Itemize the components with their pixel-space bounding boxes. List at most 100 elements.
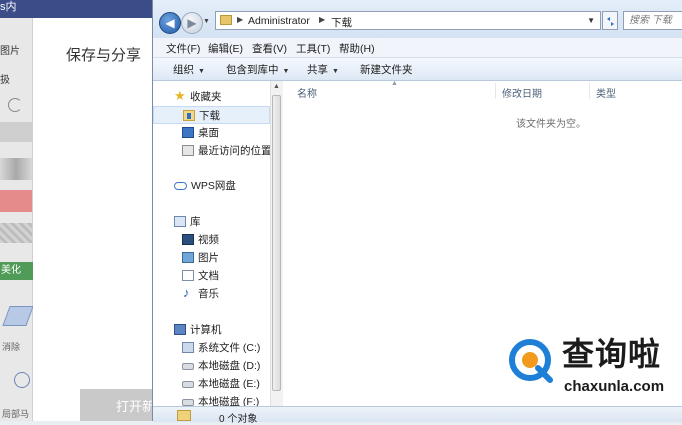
computer-icon	[174, 324, 186, 335]
nav-item-favorites[interactable]: ★ 收藏夹	[153, 88, 270, 106]
chaxunla-logo-icon	[509, 339, 553, 383]
nav-item-music[interactable]: ♪ 音乐	[153, 285, 270, 303]
column-type[interactable]: 类型	[596, 85, 616, 100]
nav-item-wps[interactable]: WPS网盘	[153, 177, 270, 195]
status-bar: 0 个对象	[153, 406, 682, 425]
beauty-tab[interactable]: 美化	[0, 262, 33, 280]
tab-fragment[interactable]: 扱	[0, 71, 10, 86]
organize-button[interactable]: 组织 ▼	[173, 62, 205, 77]
navigation-pane: ★ 收藏夹 下载 桌面 最近访问的位置 WPS网盘 库 视频 图片 文档 ♪ 音…	[153, 81, 271, 406]
nav-label: 本地磁盘 (D:)	[198, 360, 261, 372]
drive-icon	[182, 363, 194, 370]
nav-item-pictures[interactable]: 图片	[153, 249, 270, 267]
picture-icon	[182, 252, 194, 263]
nav-item-recent[interactable]: 最近访问的位置	[153, 142, 270, 160]
nav-label: 文档	[198, 270, 219, 282]
share-label: 共享	[307, 64, 328, 76]
new-folder-button[interactable]: 新建文件夹	[360, 62, 413, 77]
history-dropdown-icon[interactable]: ▼	[203, 18, 210, 25]
library-icon	[174, 216, 186, 227]
nav-item-download[interactable]: 下载	[153, 106, 270, 124]
recent-places-icon	[182, 145, 194, 156]
nav-scrollbar[interactable]: ▲	[270, 81, 283, 406]
nav-label: 下载	[199, 110, 220, 122]
nav-item-drive-c[interactable]: 系统文件 (C:)	[153, 339, 270, 357]
music-note-icon: ♪	[183, 285, 190, 300]
nav-item-drive-f[interactable]: 本地磁盘 (F:)	[153, 393, 270, 406]
address-bar[interactable]: ▶ Administrator ▶ 下载 ▼	[215, 11, 601, 30]
nav-item-documents[interactable]: 文档	[153, 267, 270, 285]
folder-icon	[220, 15, 232, 25]
menu-tools[interactable]: 工具(T)	[296, 41, 330, 56]
watermark-brand: 查询啦	[562, 336, 662, 372]
sort-ascending-icon: ▲	[391, 80, 398, 87]
empty-folder-message: 该文件夹为空。	[516, 119, 586, 130]
nav-item-library[interactable]: 库	[153, 213, 270, 231]
tool-label: 局部马	[2, 409, 30, 419]
folder-icon	[177, 410, 191, 421]
nav-item-videos[interactable]: 视频	[153, 231, 270, 249]
organize-label: 组织	[173, 64, 194, 76]
refresh-icon	[607, 17, 614, 26]
scrollbar-thumb[interactable]	[272, 95, 281, 391]
nav-item-desktop[interactable]: 桌面	[153, 124, 270, 142]
menu-edit[interactable]: 编辑(E)	[208, 41, 243, 56]
drive-icon	[182, 399, 194, 406]
nav-item-drive-e[interactable]: 本地磁盘 (E:)	[153, 375, 270, 393]
menu-view[interactable]: 查看(V)	[252, 41, 287, 56]
column-separator[interactable]	[495, 83, 496, 99]
nav-label: 系统文件 (C:)	[198, 342, 261, 354]
menu-help[interactable]: 帮助(H)	[339, 41, 375, 56]
watermark-url: chaxunla.com	[564, 378, 665, 395]
nav-item-computer[interactable]: 计算机	[153, 321, 270, 339]
back-button[interactable]: ◀	[159, 12, 181, 34]
forward-button[interactable]: ▶	[181, 12, 203, 34]
background-title: s内	[0, 1, 17, 13]
nav-label: 本地磁盘 (E:)	[198, 378, 260, 390]
background-titlebar: s内	[0, 0, 160, 18]
background-app: s内 图片 扱 美化 消除 局部马 保存与分享 打开新	[0, 0, 160, 421]
include-in-library-label: 包含到库中	[226, 64, 279, 76]
scroll-up-icon[interactable]: ▲	[273, 83, 280, 90]
thumbnail-block	[0, 223, 32, 243]
eraser-icon[interactable]	[2, 306, 34, 326]
nav-label: 音乐	[198, 288, 219, 300]
mosaic-tool-icon[interactable]	[14, 372, 30, 388]
item-count: 0 个对象	[219, 414, 258, 425]
address-row: ◀ ▶ ▼ ▶ Administrator ▶ 下载 ▼ 搜索 下载	[153, 0, 682, 38]
watermark: 查询啦 chaxunla.com	[506, 334, 682, 402]
thumbnail-block	[0, 190, 32, 212]
video-icon	[182, 234, 194, 245]
menu-file[interactable]: 文件(F)	[166, 41, 200, 56]
desktop-icon	[182, 127, 194, 138]
breadcrumb-separator-icon[interactable]: ▶	[319, 15, 325, 24]
tool-label: 消除	[2, 342, 21, 352]
open-button[interactable]: 打开新	[80, 389, 160, 421]
background-left-strip: 图片 扱 美化 消除 局部马	[0, 18, 34, 421]
column-modified-date[interactable]: 修改日期	[502, 85, 542, 100]
include-in-library-button[interactable]: 包含到库中 ▼	[226, 62, 289, 77]
address-dropdown-icon[interactable]: ▼	[587, 16, 595, 25]
command-bar: 组织 ▼ 包含到库中 ▼ 共享 ▼ 新建文件夹	[153, 58, 682, 81]
column-separator[interactable]	[589, 83, 590, 99]
share-button[interactable]: 共享 ▼	[307, 62, 339, 77]
nav-label: 计算机	[190, 324, 222, 336]
breadcrumb-download[interactable]: 下载	[331, 15, 352, 30]
nav-label: 图片	[198, 252, 219, 264]
chevron-down-icon: ▼	[332, 68, 339, 75]
drive-icon	[182, 381, 194, 388]
column-name[interactable]: 名称	[297, 85, 317, 100]
thumbnail-block	[0, 158, 32, 180]
nav-item-drive-d[interactable]: 本地磁盘 (D:)	[153, 357, 270, 375]
save-share-title: 保存与分享	[66, 47, 142, 64]
tab-pictures[interactable]: 图片	[0, 42, 20, 57]
breadcrumb-administrator[interactable]: Administrator	[248, 15, 310, 27]
search-input[interactable]: 搜索 下载	[623, 11, 682, 30]
refresh-button[interactable]	[602, 11, 618, 30]
breadcrumb-separator-icon[interactable]: ▶	[237, 15, 243, 24]
system-drive-icon	[182, 342, 194, 353]
save-share-panel: 保存与分享	[33, 18, 160, 421]
menu-bar: 文件(F) 编辑(E) 查看(V) 工具(T) 帮助(H)	[153, 38, 682, 58]
star-icon: ★	[174, 88, 186, 103]
undo-icon[interactable]	[8, 98, 22, 112]
